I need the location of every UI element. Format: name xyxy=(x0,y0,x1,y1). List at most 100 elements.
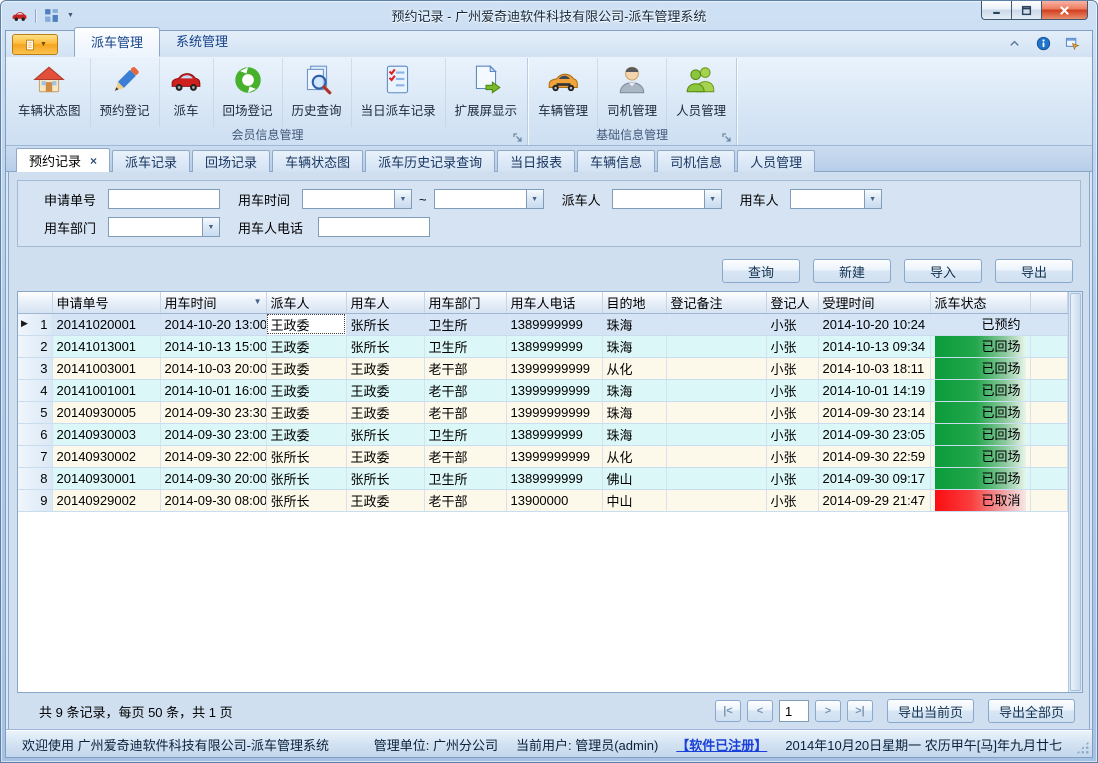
column-header[interactable]: 受理时间 xyxy=(818,292,930,313)
import-button[interactable]: 导入 xyxy=(904,259,982,283)
table-row[interactable]: 4201410010012014-10-01 16:00王政委王政委老干部139… xyxy=(18,379,1068,401)
checklist-icon xyxy=(381,63,415,97)
layout-grid-icon[interactable] xyxy=(43,7,60,24)
doc-tab[interactable]: 预约记录× xyxy=(16,148,110,172)
table-row[interactable]: 7201409300022014-09-30 22:00张所长王政委老干部139… xyxy=(18,445,1068,467)
pager: |< < > >| 导出当前页 导出全部页 xyxy=(715,699,1075,723)
app-menu-button[interactable]: ▼ xyxy=(12,34,58,55)
status-cell: 已取消 xyxy=(930,489,1030,511)
status-cell: 已回场 xyxy=(930,445,1030,467)
license-link[interactable]: 【软件已注册】 xyxy=(676,735,767,754)
column-header[interactable]: 用车时间▼ xyxy=(160,292,266,313)
doc-tab[interactable]: 司机信息 xyxy=(657,150,735,172)
table-row[interactable]: 2201410130012014-10-13 15:00王政委张所长卫生所138… xyxy=(18,335,1068,357)
divider xyxy=(35,9,36,23)
chevron-down-icon[interactable]: ▼ xyxy=(202,218,219,236)
ribbon-button-refresh-green[interactable]: 回场登记 xyxy=(214,58,283,127)
ribbon-tab[interactable]: 派车管理 xyxy=(74,27,160,57)
export-button[interactable]: 导出 xyxy=(995,259,1073,283)
collapse-ribbon-icon[interactable] xyxy=(1007,36,1022,51)
doc-tabs: 预约记录×派车记录回场记录车辆状态图派车历史记录查询当日报表车辆信息司机信息人员… xyxy=(6,146,1092,172)
table-row[interactable]: 9201409290022014-09-30 08:00张所长王政委老干部139… xyxy=(18,489,1068,511)
ribbon-button-screen-doc[interactable]: 扩展屏显示 xyxy=(446,58,527,127)
use-time-from-combo[interactable]: ▼ xyxy=(302,189,412,209)
use-time-to-combo[interactable]: ▼ xyxy=(434,189,544,209)
status-cell: 已回场 xyxy=(930,401,1030,423)
row-indicator: ▶1 xyxy=(18,313,52,335)
doc-tab[interactable]: 派车记录 xyxy=(112,150,190,172)
column-header[interactable]: 用车人电话 xyxy=(506,292,602,313)
doc-tab[interactable]: 回场记录 xyxy=(192,150,270,172)
table-row[interactable]: 8201409300012014-09-30 20:00张所长张所长卫生所138… xyxy=(18,467,1068,489)
order-no-input[interactable] xyxy=(108,189,220,209)
new-button[interactable]: 新建 xyxy=(813,259,891,283)
table-row[interactable]: 5201409300052014-09-30 23:30王政委王政委老干部139… xyxy=(18,401,1068,423)
pager-next-button[interactable]: > xyxy=(815,700,841,722)
row-indicator: 9 xyxy=(18,489,52,511)
search-doc-icon xyxy=(300,63,334,97)
dialog-launcher-icon[interactable] xyxy=(721,131,732,142)
phone-input[interactable] xyxy=(318,217,430,237)
export-current-page-button[interactable]: 导出当前页 xyxy=(887,699,974,723)
vertical-scrollbar[interactable] xyxy=(1068,292,1082,692)
doc-tab[interactable]: 车辆信息 xyxy=(577,150,655,172)
resize-grip[interactable] xyxy=(1076,741,1089,754)
skin-icon[interactable] xyxy=(1065,36,1080,51)
chevron-down-icon[interactable]: ▼ xyxy=(67,12,74,19)
pager-first-button[interactable]: |< xyxy=(715,700,741,722)
current-row-arrow-icon: ▶ xyxy=(21,318,28,329)
table-row[interactable]: 6201409300032014-09-30 23:00王政委张所长卫生所138… xyxy=(18,423,1068,445)
row-indicator: 3 xyxy=(18,357,52,379)
app-window: ▼ 预约记录 - 广州爱奇迪软件科技有限公司-派车管理系统 ▼ 派车管理系统管理… xyxy=(0,0,1098,763)
chevron-down-icon[interactable]: ▼ xyxy=(704,190,721,208)
column-header[interactable]: 登记备注 xyxy=(666,292,766,313)
ribbon-button-checklist[interactable]: 当日派车记录 xyxy=(352,58,446,127)
ribbon-button-pencil[interactable]: 预约登记 xyxy=(91,58,160,127)
dept-combo[interactable]: ▼ xyxy=(108,217,220,237)
chevron-down-icon[interactable]: ▼ xyxy=(526,190,543,208)
app-car-icon xyxy=(11,7,28,24)
row-indicator: 6 xyxy=(18,423,52,445)
close-tab-icon[interactable]: × xyxy=(90,155,97,167)
table-row[interactable]: ▶1201410200012014-10-20 13:00王政委张所长卫生所13… xyxy=(18,313,1068,335)
info-icon[interactable] xyxy=(1036,36,1051,51)
query-button[interactable]: 查询 xyxy=(722,259,800,283)
user-combo[interactable]: ▼ xyxy=(790,189,882,209)
column-header[interactable]: 登记人 xyxy=(766,292,818,313)
row-indicator-header xyxy=(18,292,52,313)
doc-tab[interactable]: 派车历史记录查询 xyxy=(365,150,495,172)
column-header[interactable]: 用车部门 xyxy=(424,292,506,313)
column-header[interactable]: 派车状态 xyxy=(930,292,1030,313)
ribbon-button-car-orange[interactable]: 车辆管理 xyxy=(529,58,598,127)
grid-header-row: 申请单号用车时间▼派车人用车人用车部门用车人电话目的地登记备注登记人受理时间派车… xyxy=(18,292,1068,313)
ribbon-button-driver[interactable]: 司机管理 xyxy=(598,58,667,127)
export-all-pages-button[interactable]: 导出全部页 xyxy=(988,699,1075,723)
pager-prev-button[interactable]: < xyxy=(747,700,773,722)
status-cell: 已回场 xyxy=(930,467,1030,489)
doc-tab[interactable]: 人员管理 xyxy=(737,150,815,172)
close-button[interactable] xyxy=(1041,1,1088,20)
ribbon-button-car-red[interactable]: 派车 xyxy=(160,58,214,127)
table-row[interactable]: 3201410030012014-10-03 20:00王政委王政委老干部139… xyxy=(18,357,1068,379)
column-header[interactable]: 派车人 xyxy=(266,292,346,313)
page-number-input[interactable] xyxy=(779,700,809,722)
dialog-launcher-icon[interactable] xyxy=(512,131,523,142)
maximize-button[interactable] xyxy=(1011,1,1041,20)
column-header[interactable]: 目的地 xyxy=(602,292,666,313)
column-header[interactable]: 用车人 xyxy=(346,292,424,313)
records-grid: 申请单号用车时间▼派车人用车人用车部门用车人电话目的地登记备注登记人受理时间派车… xyxy=(17,291,1083,693)
ribbon-button-people[interactable]: 人员管理 xyxy=(667,58,735,127)
column-header[interactable]: 申请单号 xyxy=(52,292,160,313)
ribbon-tabs: 派车管理系统管理 xyxy=(74,27,244,57)
chevron-down-icon[interactable]: ▼ xyxy=(394,190,411,208)
pager-last-button[interactable]: >| xyxy=(847,700,873,722)
doc-tab[interactable]: 车辆状态图 xyxy=(272,150,363,172)
ribbon-button-search-doc[interactable]: 历史查询 xyxy=(283,58,352,127)
scrollbar-thumb[interactable] xyxy=(1070,293,1081,691)
ribbon-button-house[interactable]: 车辆状态图 xyxy=(9,58,91,127)
doc-tab[interactable]: 当日报表 xyxy=(497,150,575,172)
dispatcher-combo[interactable]: ▼ xyxy=(612,189,722,209)
ribbon-tab[interactable]: 系统管理 xyxy=(160,27,244,57)
chevron-down-icon[interactable]: ▼ xyxy=(864,190,881,208)
minimize-button[interactable] xyxy=(981,1,1011,20)
